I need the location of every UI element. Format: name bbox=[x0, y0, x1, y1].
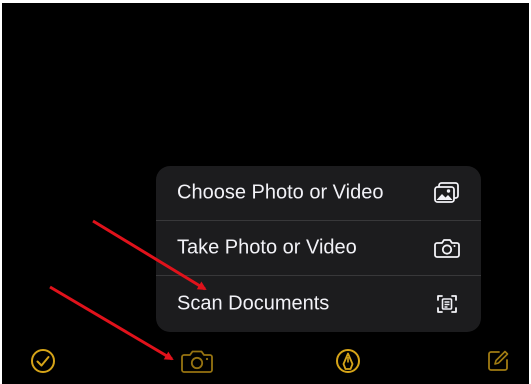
menu-item-label: Scan Documents bbox=[177, 292, 330, 315]
notes-screen: Choose Photo or Video Take Photo or Vide… bbox=[2, 3, 529, 384]
photo-library-icon bbox=[434, 182, 459, 203]
camera-icon bbox=[434, 239, 460, 258]
compose-icon[interactable] bbox=[485, 348, 511, 374]
menu-item-choose-photo-or-video[interactable]: Choose Photo or Video bbox=[156, 166, 481, 220]
document-scan-icon bbox=[437, 295, 457, 313]
menu-item-label: Take Photo or Video bbox=[177, 236, 357, 259]
markup-pen-icon[interactable] bbox=[335, 348, 361, 374]
camera-icon[interactable] bbox=[180, 348, 214, 374]
attachment-menu: Choose Photo or Video Take Photo or Vide… bbox=[156, 166, 481, 332]
menu-item-scan-documents[interactable]: Scan Documents bbox=[156, 276, 481, 332]
menu-item-label: Choose Photo or Video bbox=[177, 181, 384, 204]
menu-item-take-photo-or-video[interactable]: Take Photo or Video bbox=[156, 221, 481, 275]
checklist-icon[interactable] bbox=[30, 348, 56, 374]
